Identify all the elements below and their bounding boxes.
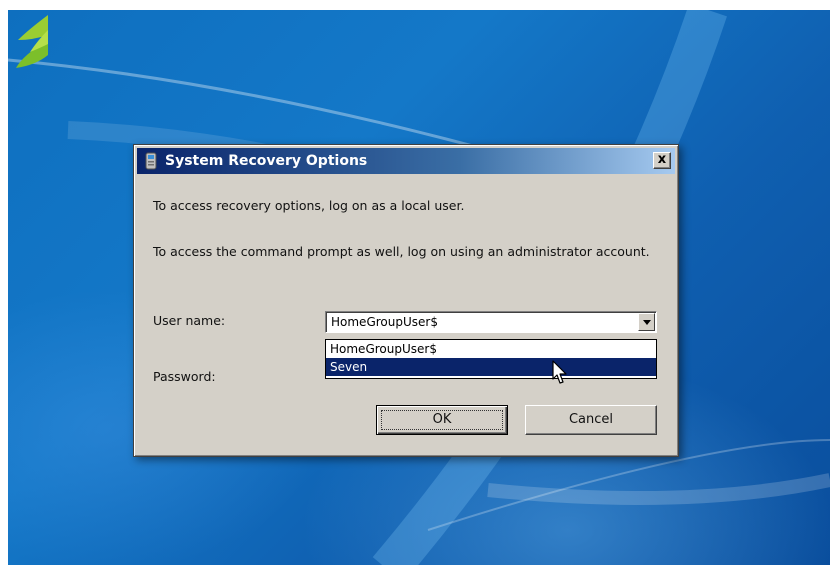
cancel-button-label: Cancel [568, 412, 614, 427]
close-button[interactable]: x [653, 152, 671, 169]
username-combobox[interactable]: HomeGroupUser$ [325, 311, 657, 333]
recovery-message: To access recovery options, log on as a … [153, 198, 465, 213]
recovery-app-icon [145, 152, 157, 170]
close-icon: x [657, 152, 667, 167]
username-label: User name: [153, 313, 226, 328]
dropdown-option-homegroupuser[interactable]: HomeGroupUser$ [326, 340, 656, 358]
system-recovery-dialog: System Recovery Options x To access reco… [133, 144, 679, 457]
focus-rectangle [381, 410, 503, 430]
dialog-title: System Recovery Options [165, 153, 368, 169]
mouse-pointer-icon [552, 360, 567, 384]
username-dropdown-list[interactable]: HomeGroupUser$ Seven [325, 339, 657, 379]
dialog-titlebar[interactable]: System Recovery Options x [137, 148, 675, 174]
plant-logo-icon [16, 15, 48, 68]
username-value: HomeGroupUser$ [331, 315, 438, 329]
ok-button[interactable]: OK [376, 405, 508, 435]
command-prompt-message: To access the command prompt as well, lo… [153, 244, 650, 259]
cancel-button[interactable]: Cancel [525, 405, 657, 435]
chevron-down-icon[interactable] [638, 313, 655, 331]
dropdown-option-seven[interactable]: Seven [326, 358, 656, 376]
password-label: Password: [153, 369, 216, 384]
